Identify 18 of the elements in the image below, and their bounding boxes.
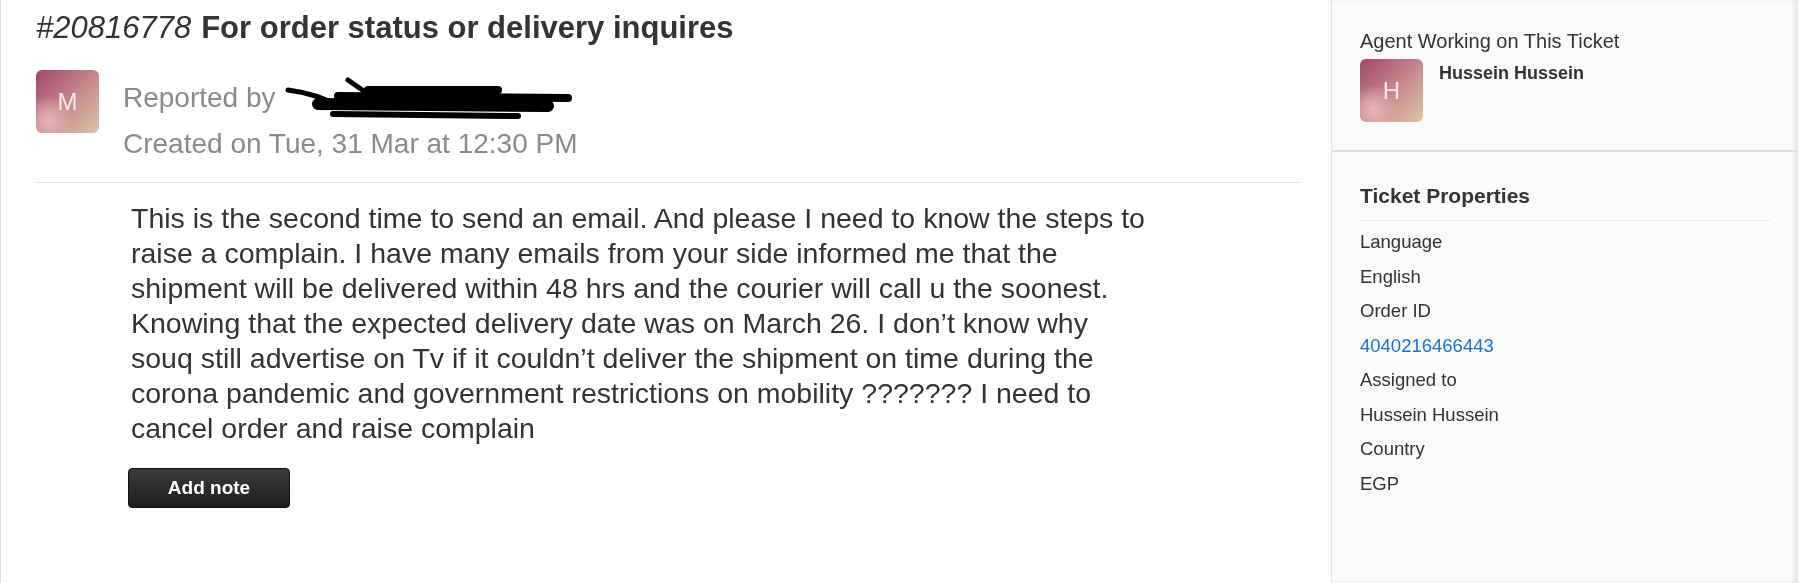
properties-heading: Ticket Properties xyxy=(1360,184,1770,221)
property-value: EGP xyxy=(1360,471,1401,496)
property-label: Order ID xyxy=(1360,299,1432,323)
ticket-title: #20816778 For order status or delivery inquires xyxy=(36,9,735,47)
property-value: English xyxy=(1360,264,1422,289)
property-label: Assigned to xyxy=(1360,368,1458,392)
reported-by-label: Reported by xyxy=(123,81,276,115)
message-body: This is the second time to send an email. And please I need to know the steps to raise a complain. I have many emails from your side informed me that the shipment will be delivered within 48 hrs and the courier will call u the soonest. Knowing that the expected delivery date was on March 26. I don’t know why souq still advertise on Tv if it couldn’t deliver the shipment on time during the corona pandemic and government restrictions on mobility ??????? I need to cancel order and raise complain xyxy=(131,201,1146,446)
property-label: Country xyxy=(1360,437,1426,461)
property-link[interactable]: 4040216466443 xyxy=(1360,328,1770,363)
property-value: Hussein Hussein xyxy=(1360,402,1500,427)
add-note-button[interactable]: Add note xyxy=(128,468,290,508)
agent-heading: Agent Working on This Ticket xyxy=(1360,30,1621,53)
agent-avatar: H xyxy=(1360,59,1423,122)
reporter-avatar: M xyxy=(36,70,99,133)
agent-name: Hussein Hussein xyxy=(1439,63,1585,85)
created-date: Created on Tue, 31 Mar at 12:30 PM xyxy=(123,127,578,161)
property-label: Language xyxy=(1360,230,1444,254)
